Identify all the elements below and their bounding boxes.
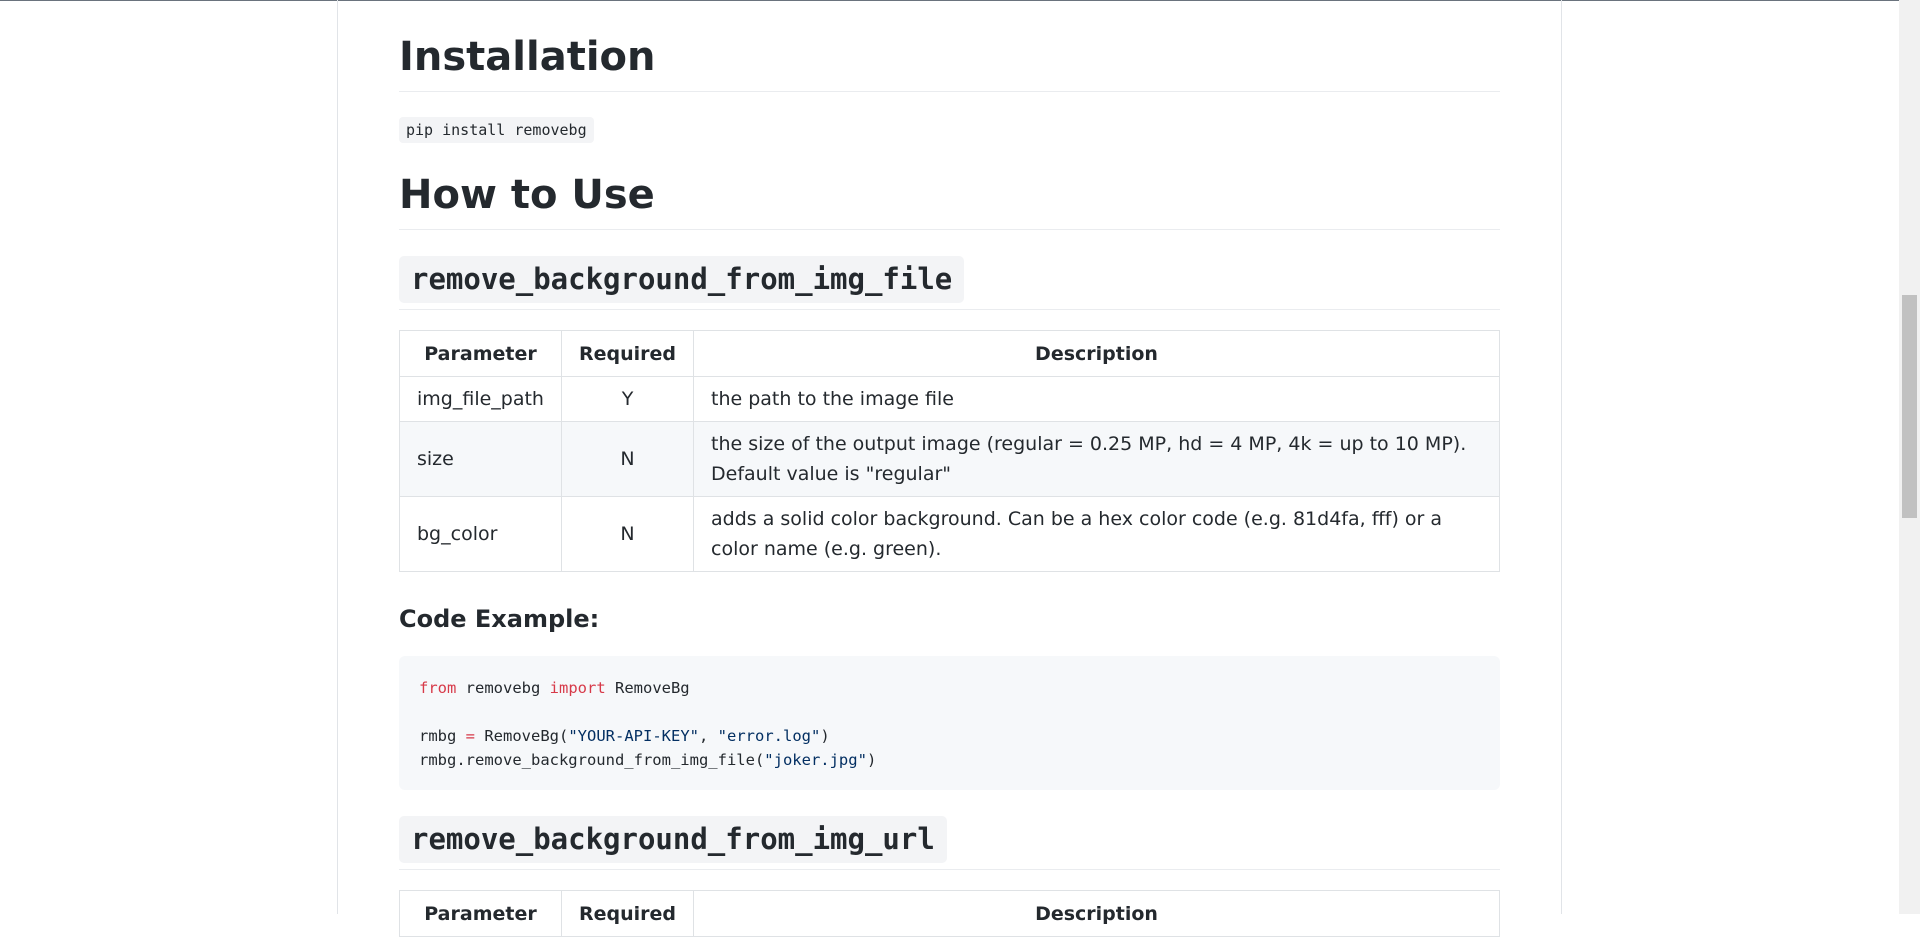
- code-text: RemoveBg(: [475, 727, 569, 745]
- param-cell: img_file_path: [399, 376, 562, 422]
- section-heading-img-file: remove_background_from_img_file: [399, 256, 1500, 310]
- code-keyword: import: [549, 679, 606, 697]
- header-parameter: Parameter: [399, 330, 562, 377]
- code-keyword: from: [419, 679, 457, 697]
- code-string: "joker.jpg": [764, 751, 867, 769]
- code-text: rmbg.remove_background_from_img_file(: [419, 751, 765, 769]
- param-cell: bg_color: [399, 496, 562, 572]
- code-text: ,: [699, 727, 718, 745]
- how-to-use-heading: How to Use: [399, 170, 1500, 230]
- code-text: ): [866, 751, 877, 769]
- params-table-img-file: Parameter Required Description img_file_…: [399, 330, 1500, 572]
- code-string: "YOUR-API-KEY": [568, 727, 699, 745]
- code-operator: =: [465, 727, 476, 745]
- code-text: RemoveBg: [605, 679, 690, 697]
- code-example-heading: Code Example:: [399, 605, 600, 633]
- required-cell: Y: [560, 376, 695, 422]
- code-text: ): [820, 727, 830, 745]
- required-cell: N: [560, 421, 695, 497]
- table-row: img_file_path Y the path to the image fi…: [399, 376, 1500, 422]
- section-title-img-file: remove_background_from_img_file: [399, 256, 965, 303]
- installation-heading: Installation: [399, 32, 1500, 92]
- scrollbar-thumb[interactable]: [1902, 295, 1917, 518]
- table-row: size N the size of the output image (reg…: [399, 421, 1500, 497]
- param-cell: size: [399, 421, 562, 497]
- code-string: "error.log": [717, 727, 821, 745]
- section-heading-img-url: remove_background_from_img_url: [399, 816, 1500, 870]
- readme-container: Installation pip install removebg How to…: [337, 0, 1562, 937]
- readme-content: Installation pip install removebg How to…: [399, 0, 1500, 937]
- description-cell: the size of the output image (regular = …: [693, 421, 1500, 497]
- table-row: bg_color N adds a solid color background…: [399, 496, 1500, 572]
- code-text: rmbg: [419, 727, 466, 745]
- description-cell: the path to the image file: [693, 376, 1500, 422]
- required-cell: N: [560, 496, 695, 572]
- header-description: Description: [693, 330, 1500, 377]
- install-command: pip install removebg: [399, 117, 594, 143]
- vertical-scrollbar[interactable]: [1899, 0, 1920, 914]
- code-block[interactable]: from removebg import RemoveBg rmbg = Rem…: [399, 656, 1500, 790]
- code-text: removebg: [456, 679, 550, 697]
- description-cell: adds a solid color background. Can be a …: [693, 496, 1500, 572]
- table-header-row: Parameter Required Description: [399, 330, 1500, 377]
- section-title-img-url: remove_background_from_img_url: [399, 816, 947, 863]
- header-required: Required: [560, 330, 695, 377]
